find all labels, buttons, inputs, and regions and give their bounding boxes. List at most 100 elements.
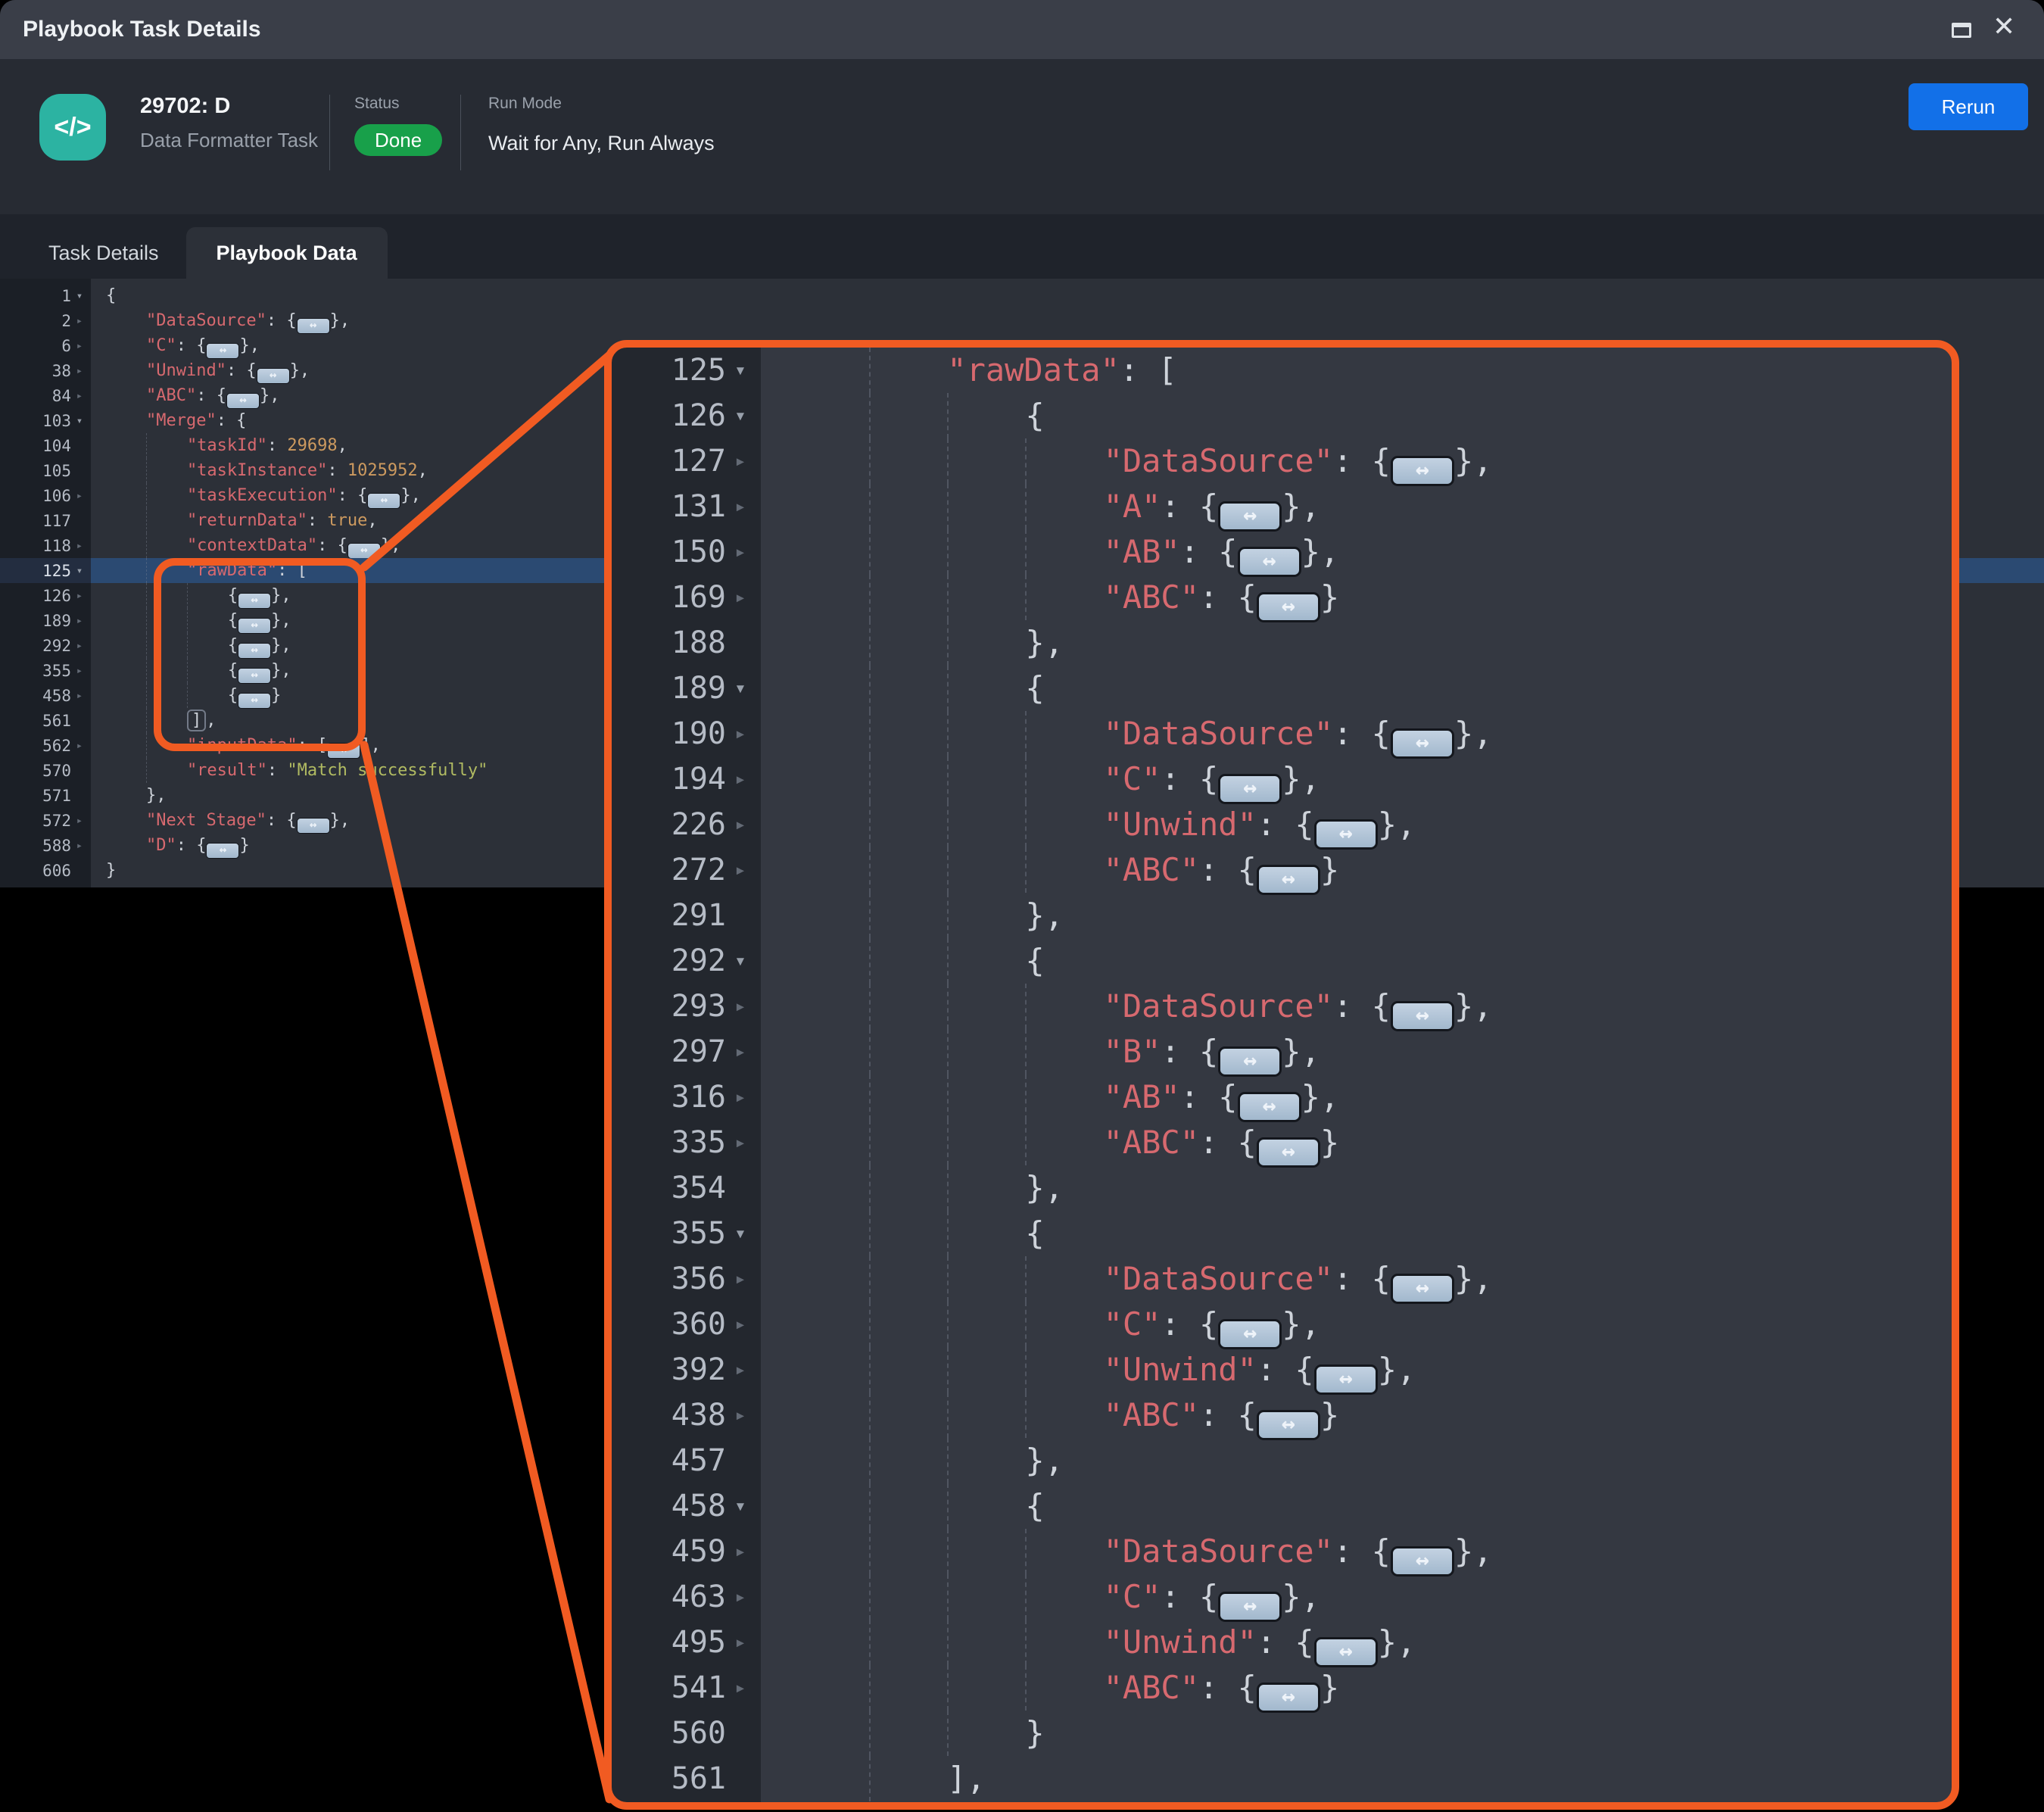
close-icon[interactable]: ✕ bbox=[1993, 11, 2015, 42]
code-line[interactable]: 2▸"DataSource": {↔}, bbox=[0, 308, 2044, 333]
collapsed-fold-widget-icon[interactable]: ↔ bbox=[1218, 501, 1282, 532]
collapsed-fold-widget-icon[interactable]: ↔ bbox=[1314, 1637, 1378, 1667]
code-line[interactable]: 495▸"Unwind": {↔}, bbox=[612, 1620, 1952, 1665]
code-line[interactable]: 335▸"ABC": {↔} bbox=[612, 1120, 1952, 1165]
fold-toggle-icon[interactable]: ▸ bbox=[71, 540, 88, 552]
fold-toggle-icon[interactable]: ▸ bbox=[71, 340, 88, 352]
fold-toggle-icon[interactable]: ▸ bbox=[71, 490, 88, 502]
collapsed-fold-widget-icon[interactable]: ↔ bbox=[1257, 1410, 1320, 1440]
collapsed-fold-widget-icon[interactable]: ↔ bbox=[297, 318, 330, 334]
fold-toggle-icon[interactable]: ▸ bbox=[726, 768, 755, 791]
code-line[interactable]: 126▾{ bbox=[612, 393, 1952, 438]
fold-toggle-icon[interactable]: ▸ bbox=[71, 640, 88, 652]
fold-toggle-icon[interactable]: ▸ bbox=[71, 615, 88, 627]
code-line[interactable]: 463▸"C": {↔}, bbox=[612, 1574, 1952, 1620]
collapsed-fold-widget-icon[interactable]: ↔ bbox=[257, 368, 290, 384]
collapsed-fold-widget-icon[interactable]: ↔ bbox=[1391, 1274, 1454, 1304]
collapsed-fold-widget-icon[interactable]: ↔ bbox=[1391, 1001, 1454, 1031]
fold-toggle-icon[interactable]: ▸ bbox=[726, 1268, 755, 1290]
fold-toggle-icon[interactable]: ▾ bbox=[726, 1222, 755, 1245]
fold-toggle-icon[interactable]: ▾ bbox=[726, 404, 755, 427]
fold-toggle-icon[interactable]: ▾ bbox=[71, 565, 88, 577]
collapsed-fold-widget-icon[interactable]: ↔ bbox=[1257, 1137, 1320, 1168]
fold-toggle-icon[interactable]: ▸ bbox=[71, 365, 88, 377]
collapsed-fold-widget-icon[interactable]: ↔ bbox=[206, 843, 239, 859]
collapsed-fold-widget-icon[interactable]: ↔ bbox=[1257, 1683, 1320, 1713]
code-line[interactable]: 169▸"ABC": {↔} bbox=[612, 575, 1952, 620]
maximize-icon[interactable] bbox=[1952, 23, 1971, 38]
fold-toggle-icon[interactable]: ▸ bbox=[726, 859, 755, 881]
fold-toggle-icon[interactable]: ▸ bbox=[71, 315, 88, 327]
code-line[interactable]: 541▸"ABC": {↔} bbox=[612, 1665, 1952, 1711]
fold-toggle-icon[interactable]: ▸ bbox=[726, 586, 755, 609]
code-line[interactable]: 127▸"DataSource": {↔}, bbox=[612, 438, 1952, 484]
code-line[interactable]: 356▸"DataSource": {↔}, bbox=[612, 1256, 1952, 1302]
code-line[interactable]: 188}, bbox=[612, 620, 1952, 666]
rerun-button[interactable]: Rerun bbox=[1908, 83, 2028, 130]
fold-toggle-icon[interactable]: ▸ bbox=[726, 1404, 755, 1427]
code-line[interactable]: 291}, bbox=[612, 893, 1952, 938]
collapsed-fold-widget-icon[interactable]: ↔ bbox=[1391, 456, 1454, 486]
code-line[interactable]: 150▸"AB": {↔}, bbox=[612, 529, 1952, 575]
fold-toggle-icon[interactable]: ▸ bbox=[726, 1086, 755, 1109]
fold-toggle-icon[interactable]: ▸ bbox=[726, 541, 755, 563]
fold-toggle-icon[interactable]: ▸ bbox=[71, 840, 88, 852]
code-line[interactable]: 226▸"Unwind": {↔}, bbox=[612, 802, 1952, 847]
fold-toggle-icon[interactable]: ▸ bbox=[71, 690, 88, 702]
code-line[interactable]: 561], bbox=[612, 1756, 1952, 1801]
code-line[interactable]: 292▾{ bbox=[612, 938, 1952, 984]
collapsed-fold-widget-icon[interactable]: ↔ bbox=[1218, 774, 1282, 804]
fold-toggle-icon[interactable]: ▸ bbox=[71, 740, 88, 752]
code-line[interactable]: 272▸"ABC": {↔} bbox=[612, 847, 1952, 893]
collapsed-fold-widget-icon[interactable]: ↔ bbox=[1314, 819, 1378, 850]
code-line[interactable]: 438▸"ABC": {↔} bbox=[612, 1393, 1952, 1438]
fold-toggle-icon[interactable]: ▾ bbox=[71, 415, 88, 427]
fold-toggle-icon[interactable]: ▸ bbox=[71, 815, 88, 827]
fold-toggle-icon[interactable]: ▸ bbox=[71, 590, 88, 602]
collapsed-fold-widget-icon[interactable]: ↔ bbox=[226, 393, 260, 409]
code-line[interactable]: 392▸"Unwind": {↔}, bbox=[612, 1347, 1952, 1393]
code-line[interactable]: 190▸"DataSource": {↔}, bbox=[612, 711, 1952, 756]
fold-toggle-icon[interactable]: ▾ bbox=[726, 1495, 755, 1517]
code-line[interactable]: 125▾"rawData": [ bbox=[612, 348, 1952, 393]
collapsed-fold-widget-icon[interactable]: ↔ bbox=[367, 493, 400, 509]
collapsed-fold-widget-icon[interactable]: ↔ bbox=[297, 818, 330, 834]
fold-toggle-icon[interactable]: ▾ bbox=[726, 359, 755, 382]
code-line[interactable]: 355▾{ bbox=[612, 1211, 1952, 1256]
fold-toggle-icon[interactable]: ▸ bbox=[726, 1040, 755, 1063]
code-line[interactable]: 297▸"B": {↔}, bbox=[612, 1029, 1952, 1074]
fold-toggle-icon[interactable]: ▸ bbox=[726, 1631, 755, 1654]
code-line[interactable]: 131▸"A": {↔}, bbox=[612, 484, 1952, 529]
code-line[interactable]: 560} bbox=[612, 1711, 1952, 1756]
code-line[interactable]: 459▸"DataSource": {↔}, bbox=[612, 1529, 1952, 1574]
fold-toggle-icon[interactable]: ▾ bbox=[726, 677, 755, 700]
collapsed-fold-widget-icon[interactable]: ↔ bbox=[347, 543, 381, 559]
fold-toggle-icon[interactable]: ▾ bbox=[726, 950, 755, 972]
fold-toggle-icon[interactable]: ▸ bbox=[726, 1676, 755, 1699]
collapsed-fold-widget-icon[interactable]: ↔ bbox=[1391, 728, 1454, 759]
collapsed-fold-widget-icon[interactable]: ↔ bbox=[1314, 1364, 1378, 1395]
fold-toggle-icon[interactable]: ▸ bbox=[726, 450, 755, 472]
fold-toggle-icon[interactable]: ▸ bbox=[726, 1131, 755, 1154]
collapsed-fold-widget-icon[interactable]: ↔ bbox=[1238, 547, 1301, 577]
collapsed-fold-widget-icon[interactable]: ↔ bbox=[1257, 592, 1320, 622]
code-line[interactable]: 293▸"DataSource": {↔}, bbox=[612, 984, 1952, 1029]
fold-toggle-icon[interactable]: ▸ bbox=[726, 1313, 755, 1336]
code-line[interactable]: 189▾{ bbox=[612, 666, 1952, 711]
fold-toggle-icon[interactable]: ▸ bbox=[71, 665, 88, 677]
fold-toggle-icon[interactable]: ▸ bbox=[726, 1540, 755, 1563]
collapsed-fold-widget-icon[interactable]: ↔ bbox=[1257, 865, 1320, 895]
fold-toggle-icon[interactable]: ▸ bbox=[726, 1586, 755, 1608]
code-line[interactable]: 354}, bbox=[612, 1165, 1952, 1211]
code-line[interactable]: 457}, bbox=[612, 1438, 1952, 1483]
fold-toggle-icon[interactable]: ▸ bbox=[726, 1358, 755, 1381]
code-line[interactable]: 316▸"AB": {↔}, bbox=[612, 1074, 1952, 1120]
collapsed-fold-widget-icon[interactable]: ↔ bbox=[1218, 1046, 1282, 1077]
collapsed-fold-widget-icon[interactable]: ↔ bbox=[1218, 1319, 1282, 1349]
fold-toggle-icon[interactable]: ▸ bbox=[726, 995, 755, 1018]
collapsed-fold-widget-icon[interactable]: ↔ bbox=[1238, 1092, 1301, 1122]
fold-toggle-icon[interactable]: ▸ bbox=[726, 495, 755, 518]
code-line[interactable]: 458▾{ bbox=[612, 1483, 1952, 1529]
code-line[interactable]: 194▸"C": {↔}, bbox=[612, 756, 1952, 802]
fold-toggle-icon[interactable]: ▾ bbox=[71, 290, 88, 302]
